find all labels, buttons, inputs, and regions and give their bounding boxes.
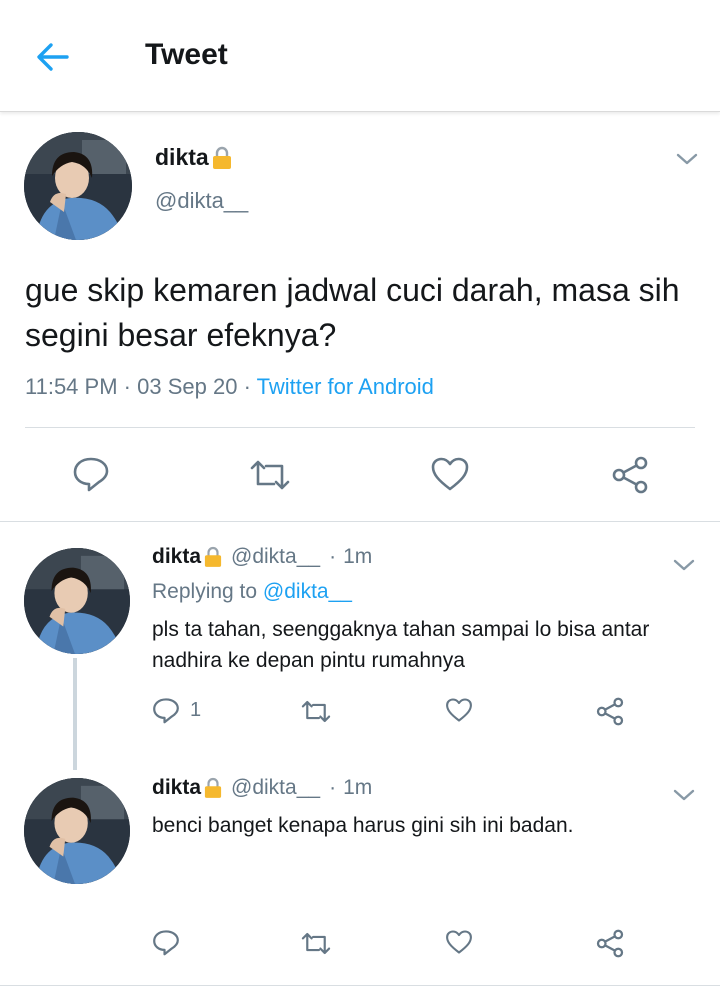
- like-icon: [431, 457, 469, 491]
- reply-time: 1m: [343, 545, 373, 568]
- meta-separator: ·: [243, 374, 257, 399]
- share-icon: [612, 456, 648, 494]
- reply-icon: [153, 698, 179, 724]
- reply-count: 1: [190, 699, 202, 721]
- like-button[interactable]: [445, 697, 473, 723]
- reply-button[interactable]: 1: [152, 697, 201, 724]
- author-handle[interactable]: @dikta__: [155, 188, 248, 214]
- tweet-date: 03 Sep 20: [137, 374, 238, 399]
- meta-separator: ·: [123, 374, 138, 399]
- lock-icon: [204, 777, 222, 798]
- tweet-time: 11:54 PM: [25, 374, 118, 399]
- reply-menu-button[interactable]: [673, 788, 695, 807]
- lock-icon: [204, 546, 222, 567]
- share-button[interactable]: [595, 697, 625, 726]
- reply-icon: [73, 457, 109, 492]
- author-handle[interactable]: @dikta__: [231, 776, 320, 800]
- reply-icon: [153, 930, 179, 956]
- thread-connector: [73, 658, 77, 770]
- reply-time-separator: ·: [329, 776, 337, 799]
- like-icon: [446, 930, 472, 954]
- like-button[interactable]: [430, 456, 470, 492]
- back-button[interactable]: [28, 34, 78, 80]
- chevron-down-icon: [676, 153, 698, 165]
- reply-text: pls ta tahan, seenggaknya tahan sampai l…: [152, 618, 650, 672]
- retweet-button[interactable]: [300, 699, 332, 724]
- avatar[interactable]: [24, 778, 130, 884]
- reply-menu-button[interactable]: [673, 558, 695, 577]
- retweet-icon: [301, 932, 331, 955]
- share-button[interactable]: [610, 456, 650, 494]
- lock-icon: [212, 146, 231, 169]
- reply-time-separator: ·: [329, 545, 337, 568]
- tweet-menu-button[interactable]: [676, 152, 698, 171]
- tweet-source-link[interactable]: Twitter for Android: [257, 374, 434, 399]
- retweet-button[interactable]: [300, 931, 332, 956]
- divider: [25, 427, 695, 428]
- author-name-text: dikta: [155, 144, 209, 170]
- tweet-meta: 11:54 PM · 03 Sep 20 · Twitter for Andro…: [25, 374, 434, 400]
- top-app-bar: Tweet: [0, 0, 720, 112]
- retweet-icon: [250, 460, 290, 490]
- like-button[interactable]: [445, 929, 473, 955]
- divider: [0, 521, 720, 522]
- author-name[interactable]: dikta: [152, 776, 201, 800]
- chevron-down-icon: [673, 559, 695, 571]
- avatar[interactable]: [24, 548, 130, 654]
- avatar[interactable]: [24, 132, 132, 240]
- retweet-button[interactable]: [248, 458, 292, 492]
- reply-button[interactable]: [152, 929, 180, 956]
- page-title: Tweet: [145, 38, 228, 71]
- reply-header: dikta @dikta__ · 1m: [152, 545, 372, 569]
- reply-text: benci banget kenapa harus gini sih ini b…: [152, 814, 574, 837]
- like-icon: [446, 698, 472, 722]
- share-button[interactable]: [595, 929, 625, 958]
- back-arrow-icon: [37, 43, 69, 71]
- reply-button[interactable]: [72, 456, 110, 492]
- chevron-down-icon: [673, 789, 695, 801]
- replying-to-mention[interactable]: @dikta__: [263, 580, 352, 603]
- share-icon: [596, 697, 624, 726]
- reply-header: dikta @dikta__ · 1m: [152, 776, 372, 800]
- replying-to-label: Replying to: [152, 580, 263, 603]
- author-name[interactable]: dikta: [152, 545, 201, 569]
- author-name[interactable]: dikta: [155, 144, 232, 171]
- retweet-icon: [301, 700, 331, 723]
- share-icon: [596, 929, 624, 958]
- replying-to: Replying to @dikta__: [152, 580, 352, 604]
- divider: [0, 985, 720, 986]
- tweet-text: gue skip kemaren jadwal cuci darah, masa…: [25, 272, 680, 353]
- author-handle[interactable]: @dikta__: [231, 545, 320, 569]
- reply-time: 1m: [343, 776, 373, 799]
